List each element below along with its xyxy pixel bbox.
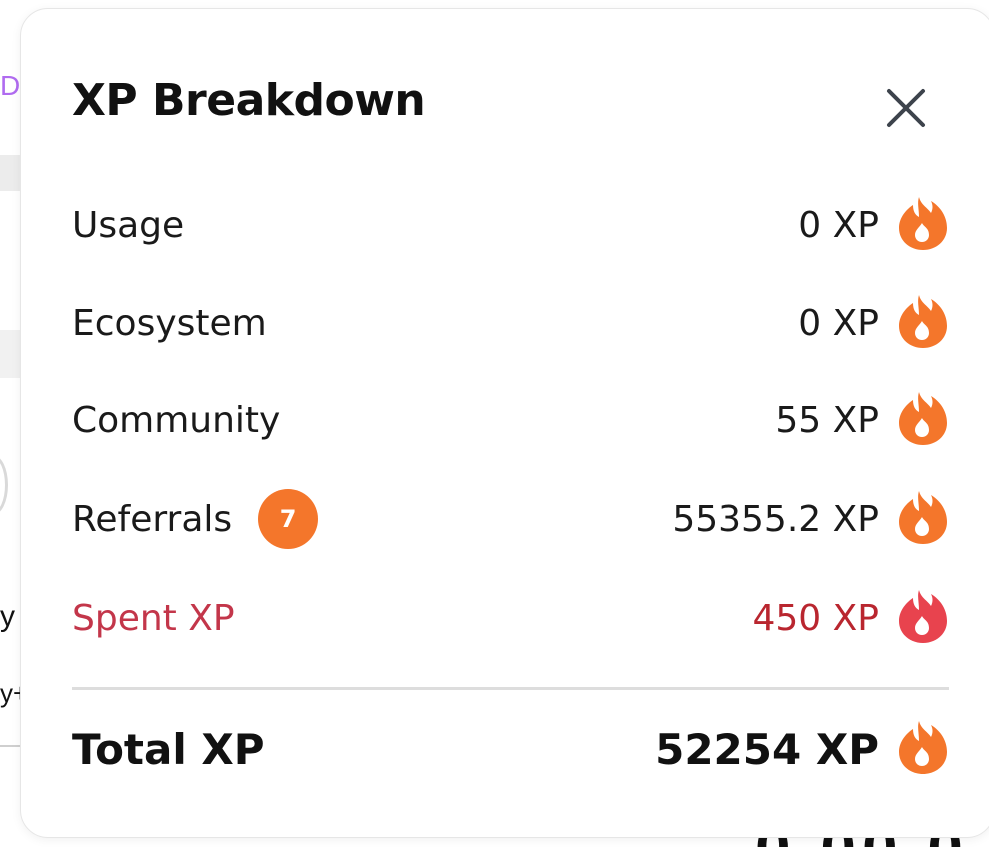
- row-value: 55 XP: [775, 399, 879, 441]
- xp-row-total: Total XP 52254 XP: [72, 719, 949, 779]
- flame-icon: [897, 719, 949, 779]
- row-label: Community: [72, 399, 281, 441]
- modal-title: XP Breakdown: [72, 75, 426, 126]
- close-icon[interactable]: [883, 85, 929, 131]
- flame-icon: [897, 293, 949, 353]
- xp-row-spent: Spent XP 450 XP: [72, 588, 949, 648]
- row-value: 55355.2 XP: [672, 498, 879, 540]
- flame-icon: [897, 489, 949, 549]
- row-value: 0 XP: [798, 204, 879, 246]
- background-circle: [0, 455, 8, 515]
- flame-icon: [897, 390, 949, 450]
- flame-icon: [897, 588, 949, 648]
- referral-count-badge: 7: [258, 489, 319, 549]
- total-label: Total XP: [72, 724, 265, 774]
- flame-icon: [897, 195, 949, 255]
- xp-row-community: Community 55 XP: [72, 390, 949, 450]
- total-divider: [72, 687, 949, 690]
- row-label: Referrals: [72, 498, 233, 540]
- row-value: 0 XP: [798, 302, 879, 344]
- row-label: Ecosystem: [72, 302, 267, 344]
- row-value: 450 XP: [752, 597, 879, 639]
- row-label: Spent XP: [72, 597, 235, 639]
- xp-breakdown-modal: XP Breakdown Usage 0 XP Ecosystem 0 XP C…: [20, 8, 989, 838]
- xp-row-ecosystem: Ecosystem 0 XP: [72, 293, 949, 353]
- total-value: 52254 XP: [655, 724, 879, 774]
- background-text-fragment: y: [0, 600, 15, 633]
- row-label: Usage: [72, 204, 185, 246]
- xp-row-referrals: Referrals 7 55355.2 XP: [72, 489, 949, 549]
- xp-row-usage: Usage 0 XP: [72, 195, 949, 255]
